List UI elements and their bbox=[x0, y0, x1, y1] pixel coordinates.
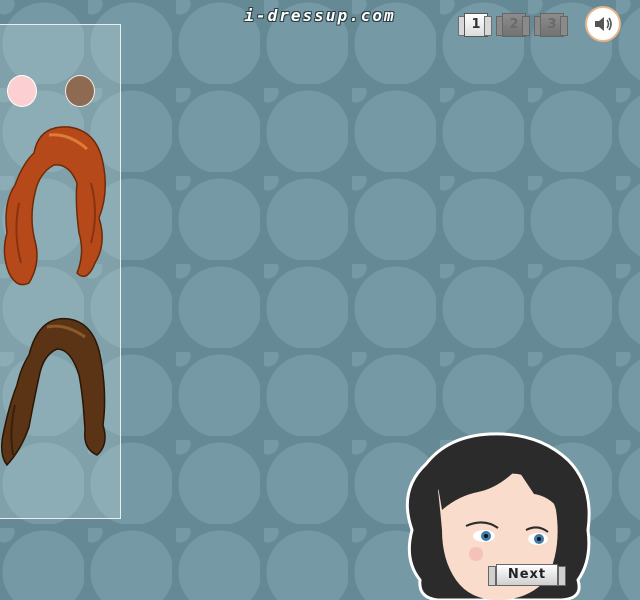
hair-option-brown-long[interactable] bbox=[0, 315, 114, 475]
pink-color-swatch[interactable] bbox=[7, 75, 37, 107]
next-button-label: Next bbox=[496, 564, 558, 586]
hairstyle-panel bbox=[0, 24, 121, 519]
page-button-3[interactable]: 3 bbox=[534, 13, 568, 37]
next-button[interactable]: Next bbox=[488, 564, 566, 586]
sound-toggle-button[interactable] bbox=[585, 6, 621, 42]
speaker-icon bbox=[595, 17, 612, 31]
page-button-2[interactable]: 2 bbox=[496, 13, 530, 37]
page-button-1[interactable]: 1 bbox=[458, 13, 492, 37]
hair-option-auburn-wavy[interactable] bbox=[0, 123, 114, 293]
brown-color-swatch[interactable] bbox=[65, 75, 95, 107]
